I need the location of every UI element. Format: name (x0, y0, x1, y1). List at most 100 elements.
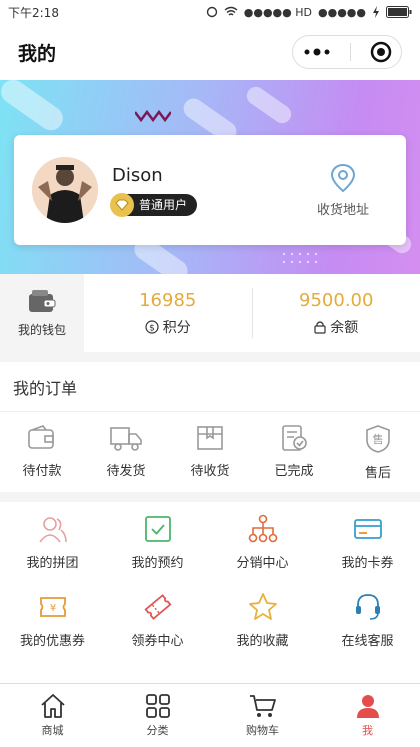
battery-icon (386, 6, 412, 18)
close-target-icon[interactable] (370, 41, 392, 63)
category-icon (145, 694, 170, 718)
lock-icon (314, 320, 326, 334)
ticket-icon (143, 594, 172, 620)
order-status-label: 待发货 (106, 464, 146, 479)
tab-me[interactable]: 我 (315, 684, 420, 747)
order-status-label: 待收货 (190, 464, 230, 479)
coupon-yen-icon: ¥ (39, 597, 66, 617)
order-after-sale[interactable]: 售 售后 (336, 424, 420, 481)
status-bar: 下午2:18 ●●●●● HD ●●●●● (0, 0, 420, 24)
more-icon[interactable] (303, 47, 331, 57)
service-coupon-center[interactable]: 领券中心 (105, 592, 210, 658)
tab-mall[interactable]: 商城 (0, 684, 105, 747)
order-pending-shipment[interactable]: 待发货 (84, 424, 168, 481)
service-my-group-buy[interactable]: 我的拼团 (0, 514, 105, 580)
cart-icon (249, 695, 276, 717)
order-status-label: 售后 (364, 466, 391, 481)
service-label: 我的拼团 (26, 556, 79, 571)
my-orders-section: 我的订单 待付款 待发货 待收货 已完成 售 售后 (0, 362, 420, 492)
nav-bar: 我的 (0, 24, 420, 80)
service-label: 我的优惠券 (19, 634, 85, 649)
avatar-image (32, 157, 98, 223)
person-icon (356, 695, 379, 718)
star-icon (248, 593, 277, 620)
balance-label-row: 余额 (314, 317, 358, 337)
sync-icon (206, 6, 217, 18)
wallet-icon (28, 425, 54, 449)
svg-text:售: 售 (373, 432, 384, 446)
status-time: 下午2:18 (8, 5, 59, 20)
balance-stat[interactable]: 9500.00 余额 (253, 274, 420, 352)
wallet-stats: 我的钱包 16985 $ 积分 9500.00 余额 (0, 274, 420, 352)
service-label: 领券中心 (131, 634, 184, 649)
tab-label: 我 (362, 724, 373, 737)
points-value: 16985 (139, 289, 197, 311)
service-my-favorites[interactable]: 我的收藏 (210, 592, 315, 658)
bottom-tab-bar: 商城 分类 购物车 我 (0, 683, 420, 747)
service-distribution-center[interactable]: 分销中心 (210, 514, 315, 580)
service-label: 分销中心 (236, 556, 289, 571)
avatar[interactable] (32, 157, 98, 223)
calendar-check-icon (144, 516, 171, 542)
network-icon (248, 514, 277, 543)
charging-icon (373, 6, 379, 18)
order-status-label: 待付款 (22, 464, 62, 479)
balance-label: 余额 (330, 319, 359, 336)
tab-cart[interactable]: 购物车 (210, 684, 315, 747)
points-stat[interactable]: 16985 $ 积分 (84, 274, 252, 352)
group-icon (38, 517, 67, 543)
package-icon (197, 426, 223, 450)
tab-label: 购物车 (246, 724, 279, 737)
my-wallet-button[interactable]: 我的钱包 (0, 274, 84, 352)
medal-icon (110, 192, 134, 217)
card-icon (353, 519, 382, 539)
zigzag-decor-icon (135, 109, 171, 123)
services-grid: 我的拼团 我的预约 分销中心 我的卡券 ¥ 我的优惠券 领券中心 我的收藏 在线… (0, 502, 420, 684)
tab-label: 分类 (146, 724, 169, 737)
profile-card: Dison 普通用户 收货地址 (14, 135, 406, 245)
shipping-address-button[interactable]: 收货地址 (298, 163, 388, 218)
user-name: Dison (112, 164, 163, 186)
after-sale-icon: 售 (366, 425, 390, 453)
points-label-row: $ 积分 (145, 317, 191, 337)
page-title: 我的 (18, 42, 57, 65)
svg-text:¥: ¥ (49, 603, 55, 614)
service-my-coupons[interactable]: ¥ 我的优惠券 (0, 592, 105, 658)
service-my-cards[interactable]: 我的卡券 (315, 514, 420, 580)
service-my-reservation[interactable]: 我的预约 (105, 514, 210, 580)
home-icon (40, 694, 65, 718)
wallet-icon (29, 289, 56, 312)
balance-value: 9500.00 (299, 289, 374, 311)
service-label: 我的卡券 (341, 556, 394, 571)
services-row: 我的拼团 我的预约 分销中心 我的卡券 (0, 502, 420, 580)
service-label: 在线客服 (341, 634, 394, 649)
status-indicators: ●●●●● HD ●●●●● (206, 6, 412, 19)
points-coin-icon: $ (145, 319, 159, 334)
service-label: 我的预约 (131, 556, 184, 571)
truck-icon (110, 427, 142, 451)
signal-secondary: ●●●●● (318, 5, 366, 19)
done-document-icon (282, 425, 307, 451)
services-row: ¥ 我的优惠券 领券中心 我的收藏 在线客服 (0, 580, 420, 658)
service-online-support[interactable]: 在线客服 (315, 592, 420, 658)
order-pending-receipt[interactable]: 待收货 (168, 424, 252, 481)
decor-stripe (243, 83, 295, 127)
points-label: 积分 (162, 319, 191, 336)
member-level-label: 普通用户 (139, 198, 188, 212)
my-wallet-label: 我的钱包 (17, 322, 66, 337)
capsule-divider (349, 43, 351, 61)
member-level-badge: 普通用户 (110, 192, 198, 217)
tab-label: 商城 (41, 724, 64, 737)
order-pending-payment[interactable]: 待付款 (0, 424, 84, 481)
orders-title: 我的订单 (0, 362, 420, 412)
signal-hd: ●●●●● HD (243, 5, 312, 19)
location-pin-icon (330, 163, 356, 192)
service-label: 我的收藏 (236, 634, 289, 649)
wifi-icon (224, 6, 238, 16)
order-status-label: 已完成 (274, 464, 314, 479)
svg-text:$: $ (149, 323, 155, 333)
tab-category[interactable]: 分类 (105, 684, 210, 747)
decor-stripe (0, 80, 68, 135)
order-completed[interactable]: 已完成 (252, 424, 336, 481)
dots-decor-icon (282, 252, 318, 264)
